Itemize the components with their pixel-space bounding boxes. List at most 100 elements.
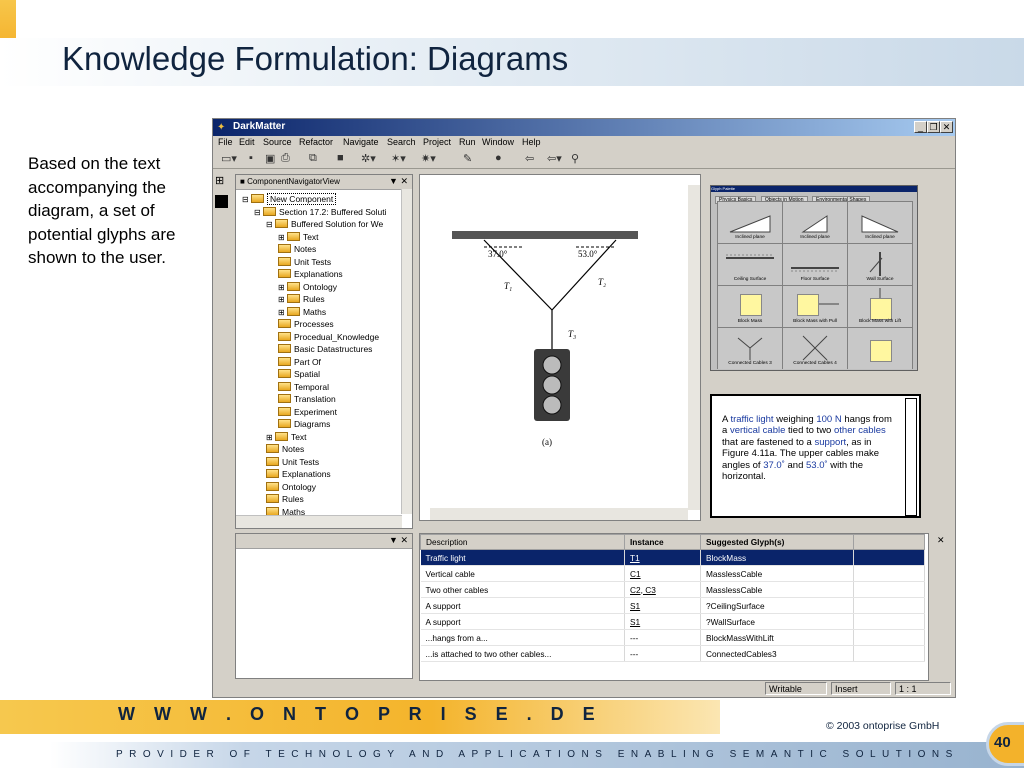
- tree-item[interactable]: Spatial: [278, 368, 320, 380]
- navigator-vscroll[interactable]: [401, 189, 412, 514]
- table-row[interactable]: ...hangs from a... --- BlockMassWithLift: [420, 629, 925, 646]
- table-row[interactable]: Two other cables C2, C3 MasslessCable: [420, 581, 925, 598]
- tree-item[interactable]: Basic Datastructures: [278, 343, 372, 355]
- column-extra[interactable]: [853, 534, 925, 550]
- menu-file[interactable]: File: [218, 137, 233, 147]
- tree-item[interactable]: ⊞ Rules: [278, 293, 325, 305]
- view-icon[interactable]: ⊞: [215, 174, 233, 187]
- editor-hscroll[interactable]: [430, 508, 688, 520]
- tree-item[interactable]: Processes: [278, 318, 334, 330]
- glyph-block-mass[interactable]: Block Mass: [718, 286, 782, 327]
- pin-icon[interactable]: ⚲: [571, 152, 579, 165]
- back-icon[interactable]: ⇦: [525, 152, 534, 165]
- table-row[interactable]: Vertical cable C1 MasslessCable: [420, 565, 925, 582]
- tree-item[interactable]: Temporal: [278, 381, 329, 393]
- menu-window[interactable]: Window: [482, 137, 514, 147]
- glyph-wall-surface[interactable]: Wall Surface: [848, 244, 912, 285]
- tree-item[interactable]: ⊟ Section 17.2: Buffered Soluti: [254, 206, 387, 218]
- highlight-support[interactable]: support: [814, 437, 846, 448]
- window-titlebar[interactable]: ✦ DarkMatter _ ❐ ✕: [213, 119, 955, 136]
- tree-item[interactable]: ⊞ Ontology: [278, 281, 337, 293]
- run-icon[interactable]: ✶▾: [391, 152, 406, 165]
- menu-refactor[interactable]: Refactor: [299, 137, 333, 147]
- highlight-angle-2[interactable]: 53.0˚: [806, 460, 828, 471]
- glyph-inclined-plane-3[interactable]: Inclined plane: [848, 202, 912, 243]
- table-row[interactable]: A support S1 ?CeilingSurface: [420, 597, 925, 614]
- save-icon[interactable]: ▪: [249, 152, 253, 164]
- tree-item[interactable]: ⊞ Text: [266, 431, 307, 443]
- editor-vscroll[interactable]: [688, 185, 700, 510]
- forward-icon[interactable]: ⇦▾: [547, 152, 562, 165]
- table-row[interactable]: ...is attached to two other cables... ---…: [420, 645, 925, 662]
- expand-icon[interactable]: ⊟: [242, 195, 251, 204]
- color-swatch[interactable]: [215, 195, 228, 208]
- glyph-ceiling-surface[interactable]: Ceiling Surface: [718, 244, 782, 285]
- tree-item[interactable]: ⊟ New Component: [242, 193, 337, 205]
- text-panel-scrollbar[interactable]: [905, 398, 917, 516]
- navigator-hscroll[interactable]: [236, 515, 402, 528]
- highlight-angle-1[interactable]: 37.0˚: [763, 460, 785, 471]
- tree-item[interactable]: Diagrams: [278, 418, 330, 430]
- glyph-connected-cables-3[interactable]: Connected Cables 3: [718, 328, 782, 369]
- tools-icon[interactable]: ✷▾: [421, 152, 436, 165]
- menu-help[interactable]: Help: [522, 137, 541, 147]
- tree-item[interactable]: Notes: [266, 443, 304, 455]
- column-suggested-glyphs[interactable]: Suggested Glyph(s): [700, 534, 854, 550]
- menu-source[interactable]: Source: [263, 137, 292, 147]
- tree-item[interactable]: Unit Tests: [266, 456, 319, 468]
- close-button[interactable]: ✕: [940, 121, 953, 133]
- glyph-floor-surface[interactable]: Floor Surface: [783, 244, 847, 285]
- minimize-button[interactable]: _: [914, 121, 927, 133]
- column-description[interactable]: Description: [420, 534, 625, 550]
- glyph-custom-block[interactable]: [848, 328, 912, 369]
- menu-run[interactable]: Run: [459, 137, 476, 147]
- highlight-vertical-cable[interactable]: vertical cable: [730, 425, 785, 436]
- table-row[interactable]: A support S1 ?WallSurface: [420, 613, 925, 630]
- tree-item[interactable]: Unit Tests: [278, 256, 331, 268]
- tree-item[interactable]: Explanations: [278, 268, 343, 280]
- expand-icon[interactable]: ⊞: [278, 308, 287, 317]
- expand-icon[interactable]: ⊞: [278, 233, 287, 242]
- new-icon[interactable]: ▭▾: [221, 152, 237, 165]
- expand-icon[interactable]: ⊞: [278, 295, 287, 304]
- expand-icon[interactable]: ⊟: [266, 220, 275, 229]
- navigator-controls[interactable]: ▼ ✕: [389, 176, 408, 187]
- glyph-inclined-plane-1[interactable]: Inclined plane: [718, 202, 782, 243]
- highlight-weight[interactable]: 100 N: [816, 414, 841, 425]
- copy-icon[interactable]: ⧉: [309, 152, 317, 165]
- tree-item[interactable]: Ontology: [266, 481, 316, 493]
- stop-icon[interactable]: ■: [337, 152, 344, 164]
- save-all-icon[interactable]: ▣: [265, 152, 275, 165]
- glyph-block-mass-with-lift[interactable]: Block Mass with Lift: [848, 286, 912, 327]
- record-icon[interactable]: ●: [495, 152, 502, 164]
- lower-left-controls[interactable]: ▼ ✕: [389, 535, 408, 546]
- tree-item[interactable]: ⊞ Text: [278, 231, 319, 243]
- table-row[interactable]: Traffic light T1 BlockMass: [420, 549, 925, 566]
- glyph-connected-cables-4[interactable]: Connected Cables 4: [783, 328, 847, 369]
- tree-item[interactable]: Explanations: [266, 468, 331, 480]
- table-close-icon[interactable]: ✕: [937, 535, 945, 546]
- print-icon[interactable]: ⎙: [281, 152, 290, 165]
- tree-item[interactable]: Part Of: [278, 356, 321, 368]
- tree-item[interactable]: ⊞ Maths: [278, 306, 326, 318]
- menu-search[interactable]: Search: [387, 137, 416, 147]
- expand-icon[interactable]: ⊞: [278, 283, 287, 292]
- column-instance[interactable]: Instance: [624, 534, 701, 550]
- expand-icon[interactable]: ⊞: [266, 433, 275, 442]
- tree-item[interactable]: Experiment: [278, 406, 337, 418]
- tree-item[interactable]: Procedual_Knowledge: [278, 331, 379, 343]
- tree-item[interactable]: Notes: [278, 243, 316, 255]
- menu-navigate[interactable]: Navigate: [343, 137, 379, 147]
- tree-item[interactable]: Rules: [266, 493, 304, 505]
- tree-item[interactable]: Translation: [278, 393, 336, 405]
- debug-icon[interactable]: ✲▾: [361, 152, 376, 165]
- restore-button[interactable]: ❐: [927, 121, 940, 133]
- menu-project[interactable]: Project: [423, 137, 451, 147]
- problem-text[interactable]: A traffic light weighing 100 N hangs fro…: [722, 414, 892, 482]
- pen-icon[interactable]: ✎: [463, 152, 472, 165]
- expand-icon[interactable]: ⊟: [254, 208, 263, 217]
- glyph-block-mass-with-pull[interactable]: Block Mass with Pull: [783, 286, 847, 327]
- menu-edit[interactable]: Edit: [239, 137, 255, 147]
- glyph-inclined-plane-2[interactable]: Inclined plane: [783, 202, 847, 243]
- highlight-other-cables[interactable]: other cables: [834, 425, 886, 436]
